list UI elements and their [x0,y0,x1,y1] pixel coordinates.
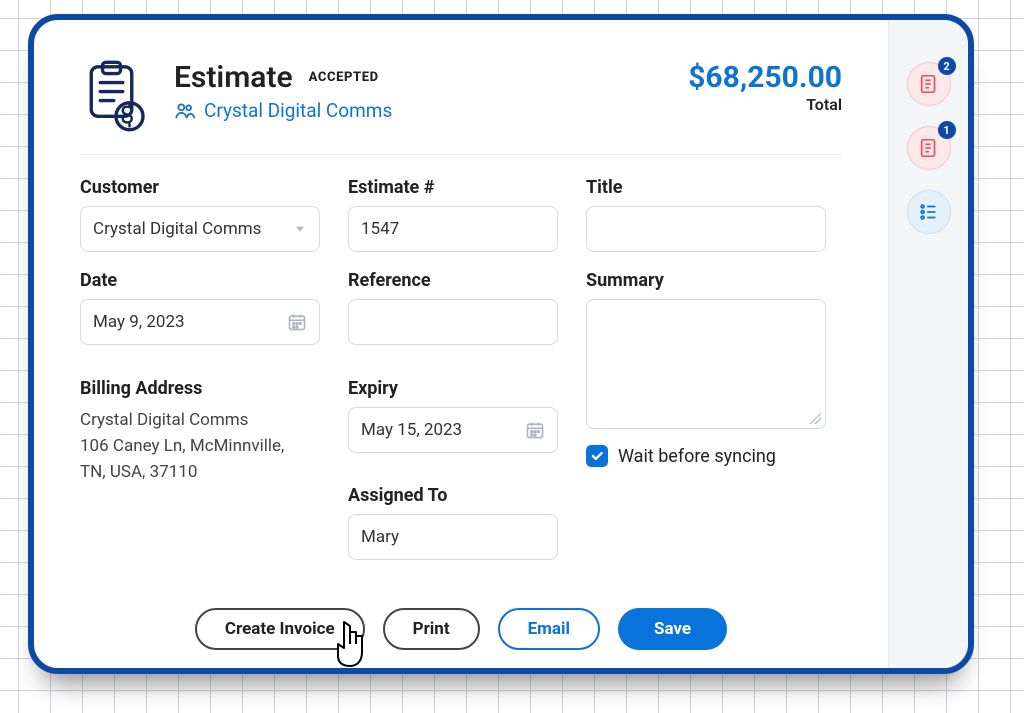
estimate-card: 2 1 Estimate ACCEPTED [28,14,974,674]
checkmark-icon [586,445,608,467]
rail-notes-2-button[interactable]: 1 [907,126,951,170]
rail-badge-2: 1 [938,121,956,139]
customer-label: Customer [80,177,320,198]
reference-label: Reference [348,270,558,291]
date-input[interactable]: May 9, 2023 [80,299,320,345]
wait-sync-label: Wait before syncing [618,446,776,467]
customer-value: Crystal Digital Comms [93,219,261,239]
assigned-label: Assigned To [348,485,558,506]
create-invoice-button[interactable]: Create Invoice [195,608,365,650]
customer-select[interactable]: Crystal Digital Comms [80,206,320,252]
billing-address: Crystal Digital Comms 106 Caney Ln, McMi… [80,407,320,486]
wait-sync-checkbox[interactable]: Wait before syncing [586,445,826,467]
email-button[interactable]: Email [498,608,600,650]
divider [80,154,842,155]
content-area: Estimate ACCEPTED Crystal Digital Comms … [34,20,888,668]
date-label: Date [80,270,320,291]
expiry-input[interactable]: May 15, 2023 [348,407,558,453]
expiry-label: Expiry [348,378,558,399]
people-icon [174,100,196,122]
side-rail: 2 1 [888,20,968,668]
calendar-icon [525,420,545,440]
chevron-down-icon [293,222,307,236]
rail-list-button[interactable] [907,190,951,234]
customer-link-text: Crystal Digital Comms [204,99,392,122]
estimate-no-input[interactable]: 1547 [348,206,558,252]
print-button[interactable]: Print [383,608,480,650]
save-button[interactable]: Save [618,608,727,650]
billing-label: Billing Address [80,378,320,399]
rail-badge-1: 2 [938,57,956,75]
title-label: Title [586,177,826,198]
calendar-icon [287,312,307,332]
page-title: Estimate [174,60,293,95]
status-badge: ACCEPTED [309,70,379,85]
total-amount: $68,250.00 [688,60,842,95]
reference-input[interactable] [348,299,558,345]
assigned-input[interactable]: Mary [348,514,558,560]
footer-actions: Create Invoice Print Email Save [34,608,888,650]
title-input[interactable] [586,206,826,252]
estimate-doc-icon [80,60,152,132]
total-label: Total [688,95,842,114]
form-grid: Customer Crystal Digital Comms Estimate … [80,177,842,560]
summary-label: Summary [586,270,826,291]
rail-notes-1-button[interactable]: 2 [907,62,951,106]
summary-textarea[interactable] [586,299,826,429]
customer-link[interactable]: Crystal Digital Comms [174,99,688,122]
estimate-no-label: Estimate # [348,177,558,198]
header: Estimate ACCEPTED Crystal Digital Comms … [80,60,842,132]
